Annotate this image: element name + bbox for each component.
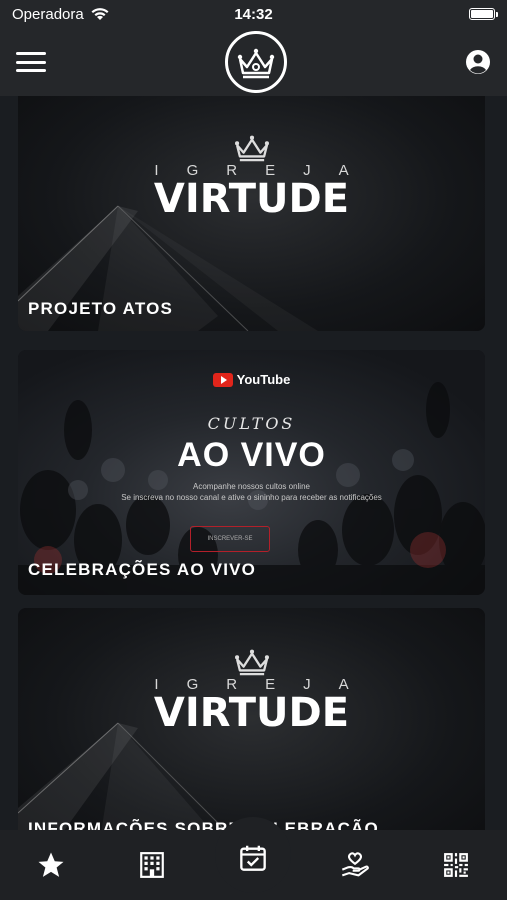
calendar-check-icon [240,845,267,871]
brand-block: IGREJA VIRTUDE [18,648,485,733]
card-title: CELEBRAÇÕES AO VIVO [28,560,257,579]
star-icon [38,852,64,877]
battery-icon [469,8,498,20]
hand-heart-icon [341,852,369,877]
card-celebracoes-ao-vivo[interactable]: YouTube CULTOS AO VIVO Acompanhe nossos … [18,350,485,595]
brand-virtude: VIRTUDE [153,176,350,222]
subscribe-button[interactable]: INSCREVER-SE [190,526,270,552]
battery-group [315,8,498,20]
crown-icon [234,649,269,676]
card-title: PROJETO ATOS [28,299,174,318]
tab-church[interactable] [122,835,182,895]
crown-icon [234,135,269,162]
carrier-group: Operadora [12,6,192,23]
youtube-label: YouTube [236,372,291,387]
app-header [0,28,507,96]
brand-block: IGREJA VIRTUDE [18,134,485,219]
wifi-icon [91,8,109,20]
status-bar: Operadora 14:32 [0,0,507,28]
carrier-label: Operadora [12,5,84,23]
user-circle-icon[interactable] [465,49,491,75]
subtitle-line-2: Se inscreva no nosso canal e ative o sin… [121,493,382,502]
youtube-icon [212,372,233,387]
brand-virtude: VIRTUDE [153,690,350,736]
tab-qr-code[interactable] [426,835,486,895]
crown-logo-icon[interactable] [224,31,287,93]
cultos-label: CULTOS [207,414,296,433]
card-informacoes-celebracao[interactable]: IGREJA VIRTUDE INFORMAÇÕES SOBRE CELEBRA… [18,608,485,830]
subtitle-line-1: Acompanhe nossos cultos online [193,482,310,491]
ao-vivo-label: AO VIVO [177,436,326,474]
status-time: 14:32 [234,5,273,23]
tab-schedule[interactable] [215,817,292,895]
tab-favorites[interactable] [21,835,81,895]
tab-donations[interactable] [325,835,385,895]
building-icon [140,852,164,878]
youtube-brand: YouTube [18,372,485,387]
hamburger-icon[interactable] [16,52,46,72]
bottom-tab-bar [0,817,507,900]
card-projeto-atos[interactable]: IGREJA VIRTUDE PROJETO ATOS [18,96,485,331]
feed: IGREJA VIRTUDE PROJETO ATOS YouTube CULT… [0,96,507,830]
card-title: INFORMAÇÕES SOBRE CELEBRAÇÃO [28,819,379,830]
qr-code-icon [444,853,469,877]
